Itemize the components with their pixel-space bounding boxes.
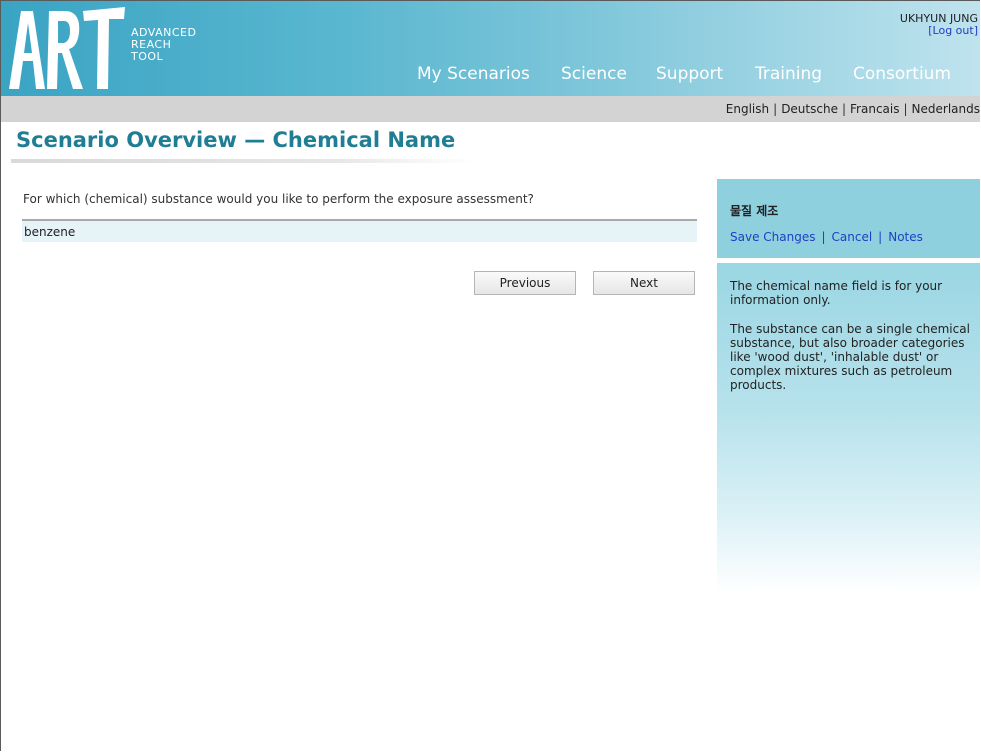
side-panel-help: The chemical name field is for your info… [717,263,980,593]
lang-english[interactable]: English [726,102,769,116]
substance-input[interactable] [22,221,697,243]
separator: | [773,102,778,116]
logout-link[interactable]: [Log out] [900,25,978,37]
help-paragraph: The chemical name field is for your info… [730,279,943,307]
nav-consortium[interactable]: Consortium [853,64,951,84]
substance-input-wrapper [22,219,697,243]
nav-support[interactable]: Support [656,64,723,84]
help-paragraph: The substance can be a single chemical s… [730,322,970,392]
lang-nederlands[interactable]: Nederlands [912,102,980,116]
logo-subtitle: ADVANCED REACH TOOL [131,27,196,63]
art-logo[interactable] [7,3,127,93]
page-frame: ADVANCED REACH TOOL UKHYUN JUNG [Log out… [0,0,980,751]
notes-link[interactable]: Notes [888,230,923,244]
lang-francais[interactable]: Francais [850,102,899,116]
side-panel-actions: 물질 제조 Save Changes | Cancel | Notes [717,179,980,258]
logo-line: TOOL [131,50,164,63]
separator: | [821,230,826,244]
side-panel-links: Save Changes | Cancel | Notes [730,230,923,244]
separator: | [903,102,908,116]
site-header: ADVANCED REACH TOOL UKHYUN JUNG [Log out… [1,1,980,96]
cancel-link[interactable]: Cancel [832,230,873,244]
separator: | [878,230,883,244]
lang-deutsche[interactable]: Deutsche [781,102,838,116]
save-changes-link[interactable]: Save Changes [730,230,815,244]
next-button[interactable]: Next [593,271,695,295]
nav-training[interactable]: Training [755,64,822,84]
title-underline [11,159,473,163]
language-links: English | Deutsche | Francais | Nederlands [726,102,980,116]
side-panel-heading: 물질 제조 [730,204,779,218]
language-bar: English | Deutsche | Francais | Nederlands [1,96,980,122]
previous-button[interactable]: Previous [474,271,576,295]
separator: | [841,102,847,116]
substance-question: For which (chemical) substance would you… [23,192,534,206]
page-title: Scenario Overview — Chemical Name [16,128,456,152]
nav-my-scenarios[interactable]: My Scenarios [417,64,530,84]
user-box: UKHYUN JUNG [Log out] [900,13,978,37]
nav-science[interactable]: Science [561,64,627,84]
